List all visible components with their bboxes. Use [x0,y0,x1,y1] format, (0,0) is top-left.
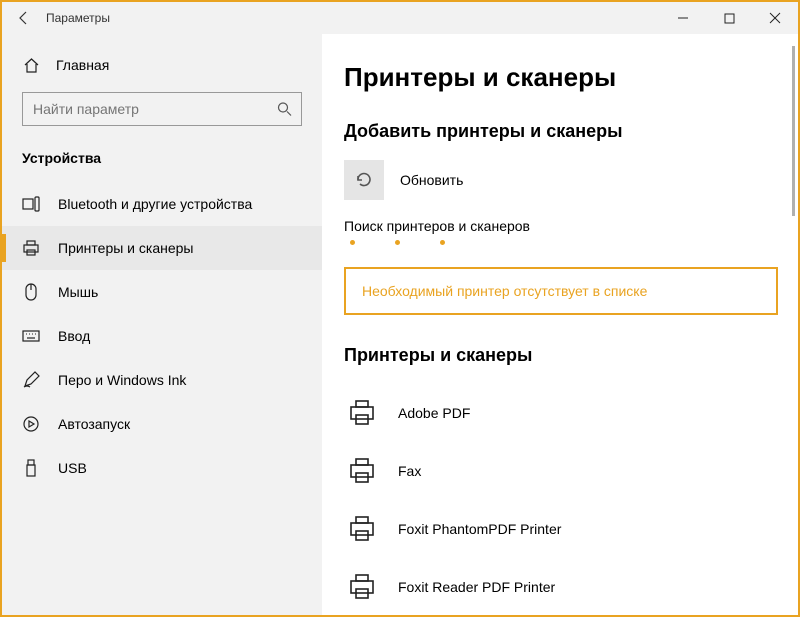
minimize-button[interactable] [660,2,706,34]
printer-missing-link[interactable]: Необходимый принтер отсутствует в списке [344,267,778,315]
sidebar-item-label: Автозапуск [58,416,130,432]
printer-item[interactable]: Adobe PDF [344,384,778,442]
page-heading: Принтеры и сканеры [344,62,778,93]
sidebar-item-label: USB [58,460,87,476]
mouse-icon [22,283,40,301]
search-icon [277,102,292,117]
printer-name: Foxit PhantomPDF Printer [398,521,561,537]
sidebar-item-label: Bluetooth и другие устройства [58,196,252,212]
scrollbar[interactable] [792,46,795,216]
sidebar-section-title: Устройства [2,140,322,182]
printer-item[interactable]: Fax [344,442,778,500]
printer-icon [344,395,380,431]
pen-icon [22,371,40,389]
printer-icon [344,453,380,489]
sidebar-item-printers[interactable]: Принтеры и сканеры [2,226,322,270]
printers-list-heading: Принтеры и сканеры [344,345,778,366]
printer-item[interactable]: Foxit PhantomPDF Printer [344,500,778,558]
home-label: Главная [56,57,109,73]
sidebar-item-label: Мышь [58,284,98,300]
devices-icon [22,195,40,213]
printer-name: Fax [398,463,421,479]
home-nav[interactable]: Главная [2,48,322,82]
printer-name: Adobe PDF [398,405,470,421]
searching-status: Поиск принтеров и сканеров [344,218,778,234]
printer-name: Foxit Reader PDF Printer [398,579,555,595]
sidebar-item-bluetooth[interactable]: Bluetooth и другие устройства [2,182,322,226]
refresh-button[interactable] [344,160,384,200]
sidebar-item-mouse[interactable]: Мышь [2,270,322,314]
sidebar: Главная Устройства Bluetooth и другие ус… [2,34,322,615]
add-section-heading: Добавить принтеры и сканеры [344,121,778,142]
refresh-label: Обновить [400,172,463,188]
sidebar-item-usb[interactable]: USB [2,446,322,490]
sidebar-item-label: Перо и Windows Ink [58,372,186,388]
refresh-icon [354,170,374,190]
sidebar-item-pen[interactable]: Перо и Windows Ink [2,358,322,402]
sidebar-item-autoplay[interactable]: Автозапуск [2,402,322,446]
home-icon [22,56,40,74]
usb-icon [22,459,40,477]
window-controls [660,2,798,34]
close-button[interactable] [752,2,798,34]
sidebar-item-label: Принтеры и сканеры [58,240,193,256]
back-button[interactable] [2,2,46,34]
printer-icon [22,239,40,257]
sidebar-item-typing[interactable]: Ввод [2,314,322,358]
printer-item[interactable]: Foxit Reader PDF Printer [344,558,778,615]
window-title: Параметры [46,11,110,25]
search-input[interactable] [22,92,302,126]
sidebar-item-label: Ввод [58,328,90,344]
autoplay-icon [22,415,40,433]
keyboard-icon [22,327,40,345]
settings-window: Параметры Главная [0,0,800,617]
printer-icon [344,511,380,547]
titlebar: Параметры [2,2,798,34]
printer-icon [344,569,380,605]
maximize-button[interactable] [706,2,752,34]
main-content: Принтеры и сканеры Добавить принтеры и с… [322,34,798,615]
loading-dots [350,240,778,245]
